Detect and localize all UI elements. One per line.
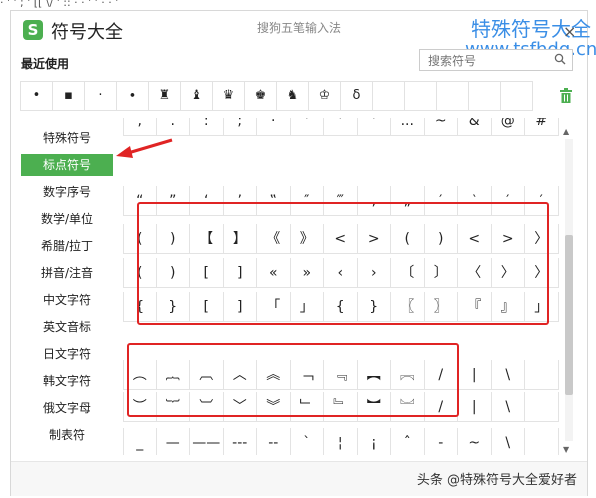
symbol-cell[interactable]: . bbox=[156, 118, 190, 136]
recent-symbol[interactable]: ♛ bbox=[213, 81, 245, 111]
sidebar-item-box-drawing[interactable]: 制表符 bbox=[21, 424, 113, 446]
recent-symbol[interactable] bbox=[437, 81, 469, 111]
symbol-cell[interactable]: ~ bbox=[458, 428, 492, 455]
recent-symbol[interactable]: ♔ bbox=[309, 81, 341, 111]
symbol-cell[interactable]: ¦ bbox=[324, 428, 358, 455]
recent-symbol[interactable]: ▪ bbox=[53, 81, 85, 111]
recent-symbol[interactable] bbox=[469, 81, 501, 111]
symbol-cell[interactable]: ˋ bbox=[291, 428, 324, 455]
symbol-cell[interactable] bbox=[525, 428, 559, 455]
sidebar-item-phonetic[interactable]: 英文音标 bbox=[21, 316, 113, 338]
symbol-cell[interactable]: , bbox=[123, 118, 157, 136]
sogou-logo-icon: S bbox=[23, 20, 43, 40]
recent-symbol[interactable] bbox=[501, 81, 533, 111]
recent-symbol[interactable]: · bbox=[85, 81, 117, 111]
symbol-cell[interactable]: # bbox=[525, 118, 559, 136]
symbol-cell[interactable]: ' bbox=[357, 118, 391, 136]
recent-symbols: • ▪ · ∙ ♜ ♝ ♛ ♚ ♞ ♔ δ bbox=[20, 81, 533, 111]
recent-symbol[interactable]: ♜ bbox=[149, 81, 181, 111]
sidebar-item-numbers[interactable]: 数字序号 bbox=[21, 181, 113, 203]
symbol-cell[interactable]: \ bbox=[491, 392, 525, 422]
symbol-cell[interactable]: ˆ bbox=[391, 428, 425, 455]
symbol-cell[interactable]: — bbox=[157, 428, 190, 455]
sidebar-item-punctuation[interactable]: 标点符号 bbox=[21, 154, 113, 176]
symbol-cell[interactable]: —— bbox=[190, 428, 224, 455]
recent-symbol[interactable]: δ bbox=[341, 81, 373, 111]
category-sidebar: 特殊符号 标点符号 数字序号 数学/单位 希腊/拉丁 拼音/注音 中文字符 英文… bbox=[21, 127, 115, 451]
recent-symbol[interactable]: ♚ bbox=[245, 81, 277, 111]
symbol-cell[interactable]: \ bbox=[492, 428, 525, 455]
recent-symbol[interactable]: ∙ bbox=[117, 81, 149, 111]
symbol-cell[interactable] bbox=[525, 360, 559, 390]
symbol-cell[interactable]: : bbox=[190, 118, 224, 136]
close-button[interactable]: × bbox=[563, 22, 576, 41]
symbol-cell[interactable] bbox=[525, 392, 559, 422]
sidebar-item-pinyin[interactable]: 拼音/注音 bbox=[21, 262, 113, 284]
recent-symbol[interactable] bbox=[373, 81, 405, 111]
symbol-cell[interactable]: | bbox=[458, 392, 492, 422]
window-title: 符号大全 bbox=[51, 22, 123, 43]
footer-credit: 头条 @特殊符号大全爱好者 bbox=[416, 473, 577, 488]
symbol-cell[interactable]: ' bbox=[290, 118, 324, 136]
vertical-scrollbar[interactable]: ▲ ▼ bbox=[563, 127, 573, 457]
symbol-cell[interactable]: & bbox=[458, 118, 492, 136]
sidebar-item-russian[interactable]: 俄文字母 bbox=[21, 397, 113, 419]
window-subtitle: 搜狗五笔输入法 bbox=[257, 21, 342, 35]
recent-symbol[interactable] bbox=[405, 81, 437, 111]
recent-symbol[interactable]: ♝ bbox=[181, 81, 213, 111]
scroll-down-icon[interactable]: ▼ bbox=[563, 445, 569, 454]
background-strip: · ' ' ; ' [[ \/ ' :: · · ' ' · · ' bbox=[0, 0, 119, 9]
footer-bar: 头条 @特殊符号大全爱好者 bbox=[11, 461, 587, 496]
recent-symbol[interactable]: ♞ bbox=[277, 81, 309, 111]
recent-label: 最近使用 bbox=[21, 57, 70, 71]
symbol-row: _ — —— --- -- ˋ ¦ ¡ ˆ - ~ \ bbox=[123, 428, 559, 455]
symbol-cell[interactable]: | bbox=[458, 360, 492, 390]
arrow-pointer-icon bbox=[116, 138, 173, 158]
symbol-cell[interactable]: ; bbox=[223, 118, 257, 136]
symbol-cell[interactable]: _ bbox=[123, 428, 157, 455]
symbol-cell[interactable]: ' bbox=[324, 118, 358, 136]
sidebar-item-chinese[interactable]: 中文字符 bbox=[21, 289, 113, 311]
symbol-cell[interactable]: @ bbox=[491, 118, 525, 136]
sidebar-item-greek[interactable]: 希腊/拉丁 bbox=[21, 235, 113, 257]
scroll-thumb[interactable] bbox=[565, 235, 573, 395]
symbol-row: , . : ; · ' ' ' ... ~ & @ # bbox=[123, 118, 559, 136]
symbol-cell[interactable]: ¡ bbox=[358, 428, 391, 455]
sidebar-item-special[interactable]: 特殊符号 bbox=[21, 127, 113, 149]
symbol-cell[interactable]: -- bbox=[257, 428, 291, 455]
search-input[interactable] bbox=[426, 51, 540, 71]
symbol-cell[interactable]: - bbox=[425, 428, 458, 455]
symbol-cell[interactable]: \ bbox=[491, 360, 525, 390]
scroll-up-icon[interactable]: ▲ bbox=[563, 127, 569, 136]
search-box[interactable] bbox=[419, 49, 573, 71]
sidebar-item-math[interactable]: 数学/单位 bbox=[21, 208, 113, 230]
symbol-cell[interactable]: ... bbox=[391, 118, 425, 136]
symbol-cell[interactable]: ~ bbox=[424, 118, 458, 136]
trash-icon[interactable] bbox=[559, 88, 573, 104]
highlight-box-vertical-forms bbox=[127, 343, 459, 417]
sidebar-item-korean[interactable]: 韩文字符 bbox=[21, 370, 113, 392]
symbol-cell[interactable]: · bbox=[257, 118, 291, 136]
highlight-box-brackets bbox=[137, 202, 549, 325]
sidebar-item-japanese[interactable]: 日文字符 bbox=[21, 343, 113, 365]
search-icon[interactable] bbox=[554, 53, 566, 65]
recent-symbol[interactable]: • bbox=[21, 81, 53, 111]
symbol-cell[interactable]: --- bbox=[224, 428, 257, 455]
